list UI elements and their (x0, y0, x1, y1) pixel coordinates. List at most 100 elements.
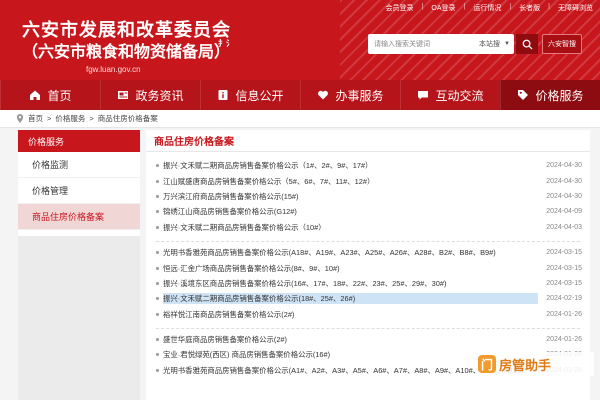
site-header: 会员登录 | OA登录 | 运行情况 | 长者版 | 无障碍浏览 六安市发展和改… (0, 0, 600, 80)
bullet-icon (156, 164, 159, 168)
search-icon (522, 39, 533, 50)
price-icon (518, 90, 529, 100)
item-date: 2024-04-30 (546, 192, 582, 200)
sidebar-title: 价格服务 (18, 130, 140, 152)
nav-label: 互动交流 (435, 88, 484, 103)
item-date: 2024-04-09 (546, 208, 582, 216)
search-box[interactable]: 请输入搜索关键词 本站搜 ▼ (368, 34, 514, 54)
item-date: 2024-04-03 (546, 223, 582, 231)
list-item[interactable]: 恒远·汇金广场商品房销售备案价格公示(8#、9#、10#) 2024-03-15 (146, 260, 590, 275)
nav-item-service[interactable]: 办事服务 (300, 80, 400, 110)
watermark: 门 房管助手 (478, 352, 594, 376)
item-title[interactable]: 盛世华庭商品房销售备案价格公示(2#) (163, 334, 538, 345)
nav-item-price[interactable]: 价格服务 (500, 80, 600, 110)
item-title[interactable]: 振兴·文禾赋二期商品房销售备案价格公示（10#） (163, 222, 538, 233)
list-item[interactable]: 振兴·文禾赋二期商品房销售备案价格公示（1#、2#、9#、17#） 2024-04… (146, 158, 590, 173)
bullet-icon (156, 281, 159, 285)
item-date: 2024-01-26 (546, 310, 582, 318)
list-item[interactable]: 振兴·溪境东区商品房销售备案价格公示(16#、17#、18#、22#、23#、2… (146, 276, 590, 291)
item-title[interactable]: 光明书香雅苑商品房销售备案价格公示(A18#、A19#、A23#、A25#、A2… (163, 247, 538, 258)
watermark-text: 房管助手 (499, 357, 552, 373)
nav-label: 办事服务 (335, 88, 384, 103)
seal-mark: 扌氵 (218, 39, 234, 48)
app-logo-icon: 门 (478, 355, 496, 373)
bullet-icon (156, 266, 159, 270)
sidebar-item-housing[interactable]: 商品住房价格备案 (18, 204, 140, 230)
breadcrumb-price[interactable]: 价格服务 (55, 113, 85, 124)
item-title[interactable]: 振兴·文禾赋二期商品房销售备案价格公示（1#、2#、9#、17#） (163, 160, 538, 171)
breadcrumb: 首页 > 价格服务 > 商品住房价格备案 (0, 110, 600, 128)
heart-hand-icon (318, 90, 329, 100)
bullet-icon (156, 353, 159, 357)
chat-icon (418, 91, 429, 100)
chevron-down-icon: ▼ (504, 41, 510, 47)
bullet-icon (156, 210, 159, 214)
article-list: 振兴·文禾赋二期商品房销售备案价格公示（1#、2#、9#、17#） 2024-04… (146, 152, 590, 378)
top-links: 会员登录 | OA登录 | 运行情况 | 长者版 | 无障碍浏览 (385, 3, 594, 13)
search-button[interactable] (516, 34, 538, 54)
nav-item-news[interactable]: 政务资讯 (100, 80, 200, 110)
breadcrumb-home[interactable]: 首页 (28, 113, 43, 124)
list-item[interactable]: 振兴·文禾赋二期商品房销售备案价格公示（10#） 2024-04-03 (146, 220, 590, 235)
group-divider (156, 322, 580, 329)
group-divider (156, 235, 580, 242)
item-title[interactable]: 振兴·溪境东区商品房销售备案价格公示(16#、17#、18#、22#、23#、2… (163, 278, 538, 289)
item-date: 2024-01-26 (546, 336, 582, 344)
list-item[interactable]: 万兴滨江府商品房销售备案价格公示(15#) 2024-04-30 (146, 189, 590, 204)
list-item[interactable]: 光明书香雅苑商品房销售备案价格公示(A18#、A19#、A23#、A25#、A2… (146, 245, 590, 260)
search-input[interactable]: 请输入搜索关键词 (368, 39, 479, 49)
toplink-status[interactable]: 运行情况 (472, 3, 502, 13)
item-title[interactable]: 锦绣江山商品房销售备案价格公示(G12#) (163, 206, 538, 217)
search-scope-select[interactable]: 本站搜 (479, 39, 504, 49)
bullet-icon (156, 194, 159, 198)
nav-item-info[interactable]: 信息公开 (200, 80, 300, 110)
sidebar-item-manage[interactable]: 价格管理 (18, 178, 140, 204)
sidebar: 价格服务 价格监测 价格管理 商品住房价格备案 (18, 130, 140, 236)
list-item[interactable]: 锦绣江山商品房销售备案价格公示(G12#) 2024-04-09 (146, 204, 590, 219)
toplink-login[interactable]: 会员登录 (385, 3, 415, 13)
item-date: 2024-03-15 (546, 264, 582, 272)
sidebar-filler (18, 236, 140, 400)
content-title: 商品住房价格备案 (146, 130, 590, 152)
toplink-elder[interactable]: 长者版 (518, 3, 541, 13)
site-domain: fgw.luan.gov.cn (86, 65, 141, 74)
bullet-icon (156, 368, 159, 372)
nav-item-home[interactable]: 首页 (0, 80, 100, 110)
news-icon (118, 91, 129, 99)
bullet-icon (156, 338, 159, 342)
item-date: 2024-02-19 (546, 295, 582, 303)
ai-search-button[interactable]: 六安智搜 (542, 34, 582, 54)
item-title[interactable]: 振兴·文禾赋二期商品房销售备案价格公示(18#、25#、26#) (163, 293, 539, 305)
item-title[interactable]: 裕祥悦江南商品房销售备案价格公示(2#) (163, 309, 538, 320)
nav-label: 信息公开 (235, 88, 284, 103)
item-date: 2024-03-15 (546, 279, 582, 287)
sidebar-item-monitor[interactable]: 价格监测 (18, 152, 140, 178)
item-date: 2024-03-15 (546, 249, 582, 257)
list-item[interactable]: 盛世华庭商品房销售备案价格公示(2#) 2024-01-26 (146, 332, 590, 347)
nav-item-interact[interactable]: 互动交流 (400, 80, 500, 110)
toplink-oa[interactable]: OA登录 (430, 3, 456, 13)
item-title[interactable]: 万兴滨江府商品房销售备案价格公示(15#) (163, 191, 538, 202)
site-subtitle: （六安市粮食和物资储备局） (22, 42, 231, 61)
item-title[interactable]: 恒远·汇金广场商品房销售备案价格公示(8#、9#、10#) (163, 263, 538, 274)
item-title[interactable]: 江山赋盛唐商品房销售备案价格公示（5#、6#、7#、11#、12#） (163, 176, 538, 187)
list-item[interactable]: 振兴·文禾赋二期商品房销售备案价格公示(18#、25#、26#) 2024-02-… (146, 291, 590, 306)
main-nav: 首页 政务资讯 信息公开 办事服务 互动交流 价格服务 (0, 80, 600, 110)
item-date: 2024-04-30 (546, 177, 582, 185)
nav-label: 政务资讯 (135, 88, 184, 103)
breadcrumb-current[interactable]: 商品住房价格备案 (98, 113, 158, 124)
info-icon (218, 90, 228, 100)
location-pin-icon (16, 114, 24, 123)
list-item[interactable]: 裕祥悦江南商品房销售备案价格公示(2#) 2024-01-26 (146, 307, 590, 322)
list-item[interactable]: 江山赋盛唐商品房销售备案价格公示（5#、6#、7#、11#、12#） 2024-0… (146, 173, 590, 188)
item-date: 2024-04-30 (546, 162, 582, 170)
bullet-icon (156, 179, 159, 183)
bullet-icon (156, 225, 159, 229)
toplink-accessibility[interactable]: 无障碍浏览 (557, 3, 594, 13)
bullet-icon (156, 312, 159, 316)
nav-label: 首页 (47, 88, 72, 103)
nav-label: 价格服务 (535, 88, 584, 103)
bullet-icon (156, 251, 159, 255)
home-icon (30, 90, 41, 100)
bullet-icon (156, 297, 159, 301)
